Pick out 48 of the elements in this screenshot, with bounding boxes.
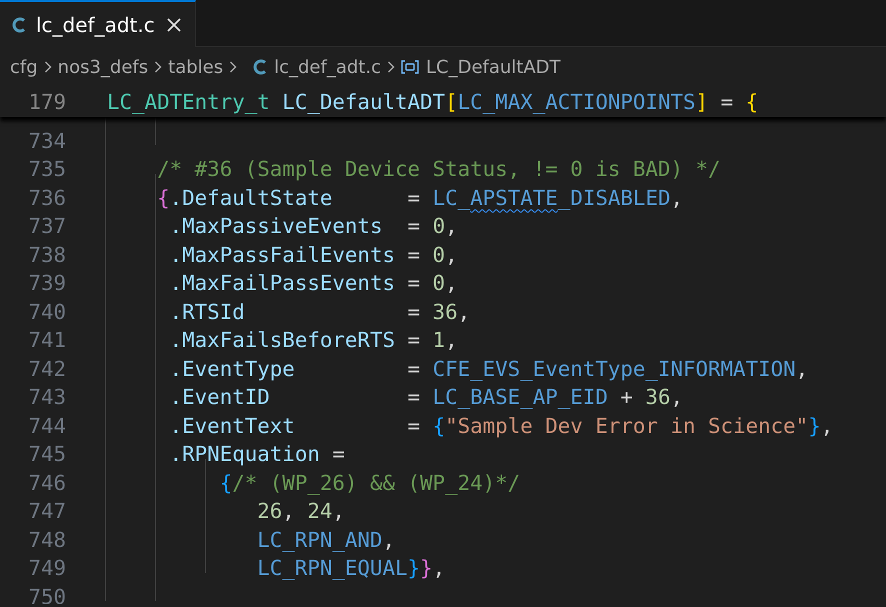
line-number: 737 [27,213,66,240]
code-line: .EventID = LC_BASE_AP_EID + 36, [170,385,683,409]
code-line: .EventType = CFE_EVS_EventType_INFORMATION, [170,356,808,380]
code-line: .EventText = {"Sample Dev Error in Science"}, [170,414,834,438]
code-line: 26, 24, [257,499,345,523]
breadcrumb-item[interactable]: tables [168,56,224,78]
breadcrumb-item[interactable]: cfg [10,56,38,78]
chevron-icon [154,61,162,73]
chevron-icon [44,61,52,73]
code-line: LC_RPN_AND, [257,528,395,552]
line-number: 179 [27,89,66,116]
line-number: 748 [27,526,66,554]
code-line: LC_ADTEntry_t LC_DefaultADT[LC_MAX_ACTIONPOINTS] = { [107,90,758,114]
code-line: .MaxFailsBeforeRTS = 1, [170,328,458,352]
breadcrumb-item[interactable]: lc_def_adt.c [274,56,381,78]
line-number: 739 [27,270,66,297]
code-line: .RTSId = 36, [170,300,470,324]
code-line: {/* (WP_26) && (WP_24)*/ [220,470,520,494]
line-number: 741 [27,327,66,354]
line-number: 746 [27,470,66,496]
line-number: 743 [27,384,66,411]
line-number: 738 [27,242,66,268]
chevron-icon [386,61,395,73]
breadcrumb-item[interactable]: nos3_defs [58,56,148,78]
line-number: 734 [27,128,66,154]
line-number: 735 [27,156,66,183]
line-number: 742 [27,356,66,382]
chevron-icon [229,61,238,73]
editor-tab[interactable]: lc_def_adt.c [0,0,196,47]
breadcrumb-item[interactable]: LC_DefaultADT [426,56,561,78]
code-line: {.DefaultState = LC_APSTATE_DISABLED, [157,186,684,210]
line-number: 750 [27,584,66,604]
close-icon[interactable] [164,16,183,34]
line-number: 745 [27,441,66,468]
line-number: 744 [27,412,66,440]
code-line: .MaxFailPassEvents = 0, [170,271,458,295]
line-number: 749 [27,555,66,582]
line-number: 740 [27,298,66,326]
line-number: 736 [27,184,66,212]
code-line: .MaxPassFailEvents = 0, [170,242,458,266]
variable-icon [400,60,419,74]
c-file-icon [12,16,26,32]
code-line: .MaxPassiveEvents = 0, [170,214,458,238]
code-line: .RPNEquation = [170,442,345,466]
line-number: 747 [27,498,66,525]
c-file-icon [253,59,268,75]
code-line: /* #36 (Sample Device Status, != 0 is BAD) */ [157,157,721,181]
code-line: LC_RPN_EQUAL}}, [257,556,446,580]
